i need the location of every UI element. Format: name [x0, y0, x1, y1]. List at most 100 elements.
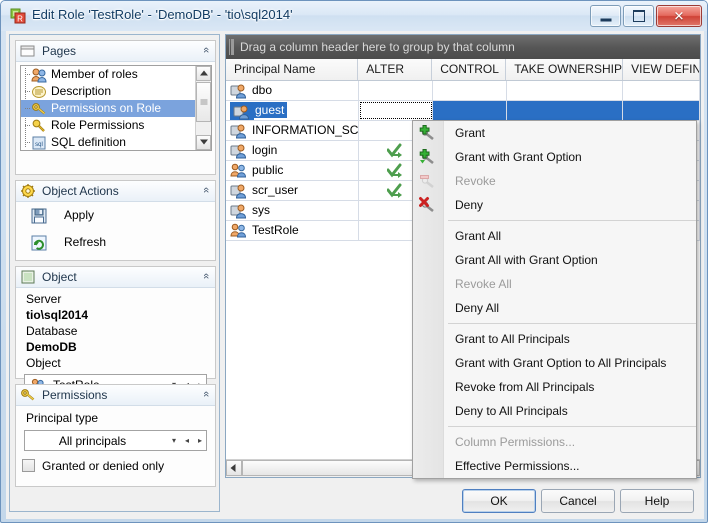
sidebar-item-permissions-on-role[interactable]: Permissions on Role	[21, 100, 211, 117]
scroll-up-arrow-icon[interactable]	[196, 66, 211, 81]
menu-item-grant-all[interactable]: Grant All	[413, 224, 696, 248]
menu-item-deny[interactable]: Deny	[413, 193, 696, 217]
cell-principal-name[interactable]: login	[226, 141, 360, 160]
cell-principal-name[interactable]: TestRole	[226, 221, 360, 240]
cell-take-ownership[interactable]	[506, 101, 624, 120]
menu-item-label: Grant All	[455, 229, 502, 243]
application-window: R Edit Role 'TestRole' - 'DemoDB' - 'tio…	[0, 0, 708, 523]
group-by-hint: Drag a column header here to group by th…	[240, 40, 515, 54]
chevron-down-icon[interactable]: ▾	[172, 436, 176, 445]
cell-control[interactable]	[433, 81, 507, 100]
group-by-panel[interactable]: Drag a column header here to group by th…	[226, 35, 700, 59]
scrollbar-thumb[interactable]	[242, 460, 416, 476]
window-frame: R Edit Role 'TestRole' - 'DemoDB' - 'tio…	[0, 0, 708, 523]
menu-item-revoke-from-all-principals[interactable]: Revoke from All Principals	[413, 375, 696, 399]
cell-principal-name[interactable]: sys	[226, 201, 360, 220]
refresh-action[interactable]: Refresh	[16, 230, 215, 257]
menu-item-label: Deny to All Principals	[455, 404, 568, 418]
scrollbar-thumb[interactable]	[196, 82, 211, 122]
pages-tree-scrollbar[interactable]	[195, 66, 211, 150]
server-label: Server	[26, 292, 62, 306]
sidebar-item-label: Member of roles	[51, 67, 138, 81]
table-row[interactable]: dbo	[226, 81, 700, 101]
title-bar[interactable]: R Edit Role 'TestRole' - 'DemoDB' - 'tio…	[1, 1, 707, 31]
table-row[interactable]: guest	[226, 101, 700, 121]
save-disk-icon	[30, 207, 48, 225]
chevron-up-icon[interactable]: «	[200, 187, 212, 193]
gear-icon	[20, 183, 36, 199]
close-button[interactable]: ✕	[656, 5, 702, 27]
database-value: DemoDB	[26, 340, 77, 354]
sidebar-item-description[interactable]: Description	[21, 83, 211, 100]
menu-item-grant-all-with-grant-option[interactable]: Grant All with Grant Option	[413, 248, 696, 272]
menu-item-label: Grant to All Principals	[455, 332, 570, 346]
chevron-up-icon[interactable]: «	[200, 391, 212, 397]
column-header-view-definition[interactable]: VIEW DEFINI	[623, 59, 700, 80]
chevron-up-icon[interactable]: «	[200, 47, 212, 53]
apply-label: Apply	[64, 208, 95, 222]
cell-view-definition[interactable]	[623, 101, 700, 120]
granted-or-denied-only-checkbox[interactable]: Granted or denied only	[16, 457, 215, 475]
grant-option-icon	[419, 148, 437, 166]
permissions-panel-header[interactable]: Permissions «	[16, 385, 215, 406]
pages-tree[interactable]: Member of roles Description Permissions …	[20, 65, 212, 151]
column-header-alter[interactable]: ALTER	[358, 59, 433, 80]
cell-alter-focused[interactable]	[359, 101, 433, 120]
column-header-take-ownership[interactable]: TAKE OWNERSHIP	[506, 59, 624, 80]
object-actions-header[interactable]: Object Actions «	[16, 181, 215, 202]
sidebar-item-role-permissions[interactable]: Role Permissions	[21, 117, 211, 134]
pages-panel: Pages « Member of roles Description Perm…	[15, 40, 216, 175]
cell-alter[interactable]	[359, 81, 433, 100]
ok-button[interactable]: OK	[462, 489, 536, 513]
menu-item-grant-to-all-principals[interactable]: Grant to All Principals	[413, 327, 696, 351]
revoke-key-icon	[419, 172, 437, 190]
granted-or-denied-only-label: Granted or denied only	[42, 459, 165, 473]
menu-item-grant[interactable]: Grant	[413, 121, 696, 145]
column-header-principal-name[interactable]: Principal Name	[226, 59, 359, 80]
menu-separator	[448, 323, 696, 324]
cell-view-definition[interactable]	[623, 81, 700, 100]
menu-item-column-permissions: Column Permissions...	[413, 430, 696, 454]
scroll-down-arrow-icon[interactable]	[196, 135, 211, 150]
cell-take-ownership[interactable]	[507, 81, 624, 100]
column-header-control[interactable]: CONTROL	[432, 59, 507, 80]
menu-separator	[448, 220, 696, 221]
sidebar-item-sql-definition[interactable]: sql SQL definition	[21, 134, 211, 150]
cell-principal-name[interactable]: scr_user	[226, 181, 360, 200]
help-button[interactable]: Help	[620, 489, 694, 513]
next-arrow-icon[interactable]: ▸	[198, 436, 202, 445]
cell-control[interactable]	[432, 101, 507, 120]
sidebar: Pages « Member of roles Description Perm…	[9, 34, 231, 512]
cancel-button[interactable]: Cancel	[541, 489, 615, 513]
object-panel-header[interactable]: Object «	[16, 267, 215, 288]
principal-type-combo[interactable]: All principals ▾ ◂ ▸	[24, 430, 207, 451]
maximize-button[interactable]	[623, 5, 654, 27]
cell-principal-name[interactable]: dbo	[226, 81, 360, 100]
principal-type-label: Principal type	[26, 411, 99, 425]
minimize-button[interactable]	[590, 5, 621, 27]
cell-principal-name[interactable]: INFORMATION_SCHEM	[226, 121, 360, 140]
menu-item-revoke-all: Revoke All	[413, 272, 696, 296]
menu-item-effective-permissions[interactable]: Effective Permissions...	[413, 454, 696, 478]
cell-principal-name[interactable]: public	[226, 161, 360, 180]
pages-panel-title: Pages	[42, 44, 77, 58]
prev-arrow-icon[interactable]: ◂	[185, 436, 189, 445]
pages-panel-header[interactable]: Pages «	[16, 41, 215, 62]
menu-item-deny-all[interactable]: Deny All	[413, 296, 696, 320]
scroll-left-arrow-icon[interactable]	[226, 460, 242, 476]
menu-item-deny-to-all-principals[interactable]: Deny to All Principals	[413, 399, 696, 423]
object-panel-title: Object	[42, 270, 77, 284]
menu-item-grant-with-grant-option[interactable]: Grant with Grant Option	[413, 145, 696, 169]
cell-principal-name[interactable]: guest	[226, 101, 360, 120]
window-title: Edit Role 'TestRole' - 'DemoDB' - 'tio\s…	[32, 7, 293, 22]
sidebar-item-member-of-roles[interactable]: Member of roles	[21, 66, 211, 83]
chevron-up-icon[interactable]: «	[200, 273, 212, 279]
grid-header-row: Principal Name ALTER CONTROL TAKE OWNERS…	[226, 59, 700, 81]
apply-action[interactable]: Apply	[16, 203, 215, 230]
svg-text:sql: sql	[35, 142, 43, 148]
object-actions-panel: Object Actions « Apply Refresh	[15, 180, 216, 261]
object-actions-title: Object Actions	[42, 184, 119, 198]
menu-item-grant-with-grant-option-to-all-principals[interactable]: Grant with Grant Option to All Principal…	[413, 351, 696, 375]
principal-name-text: INFORMATION_SCHEM	[252, 123, 359, 137]
key-gold-icon	[20, 387, 36, 403]
